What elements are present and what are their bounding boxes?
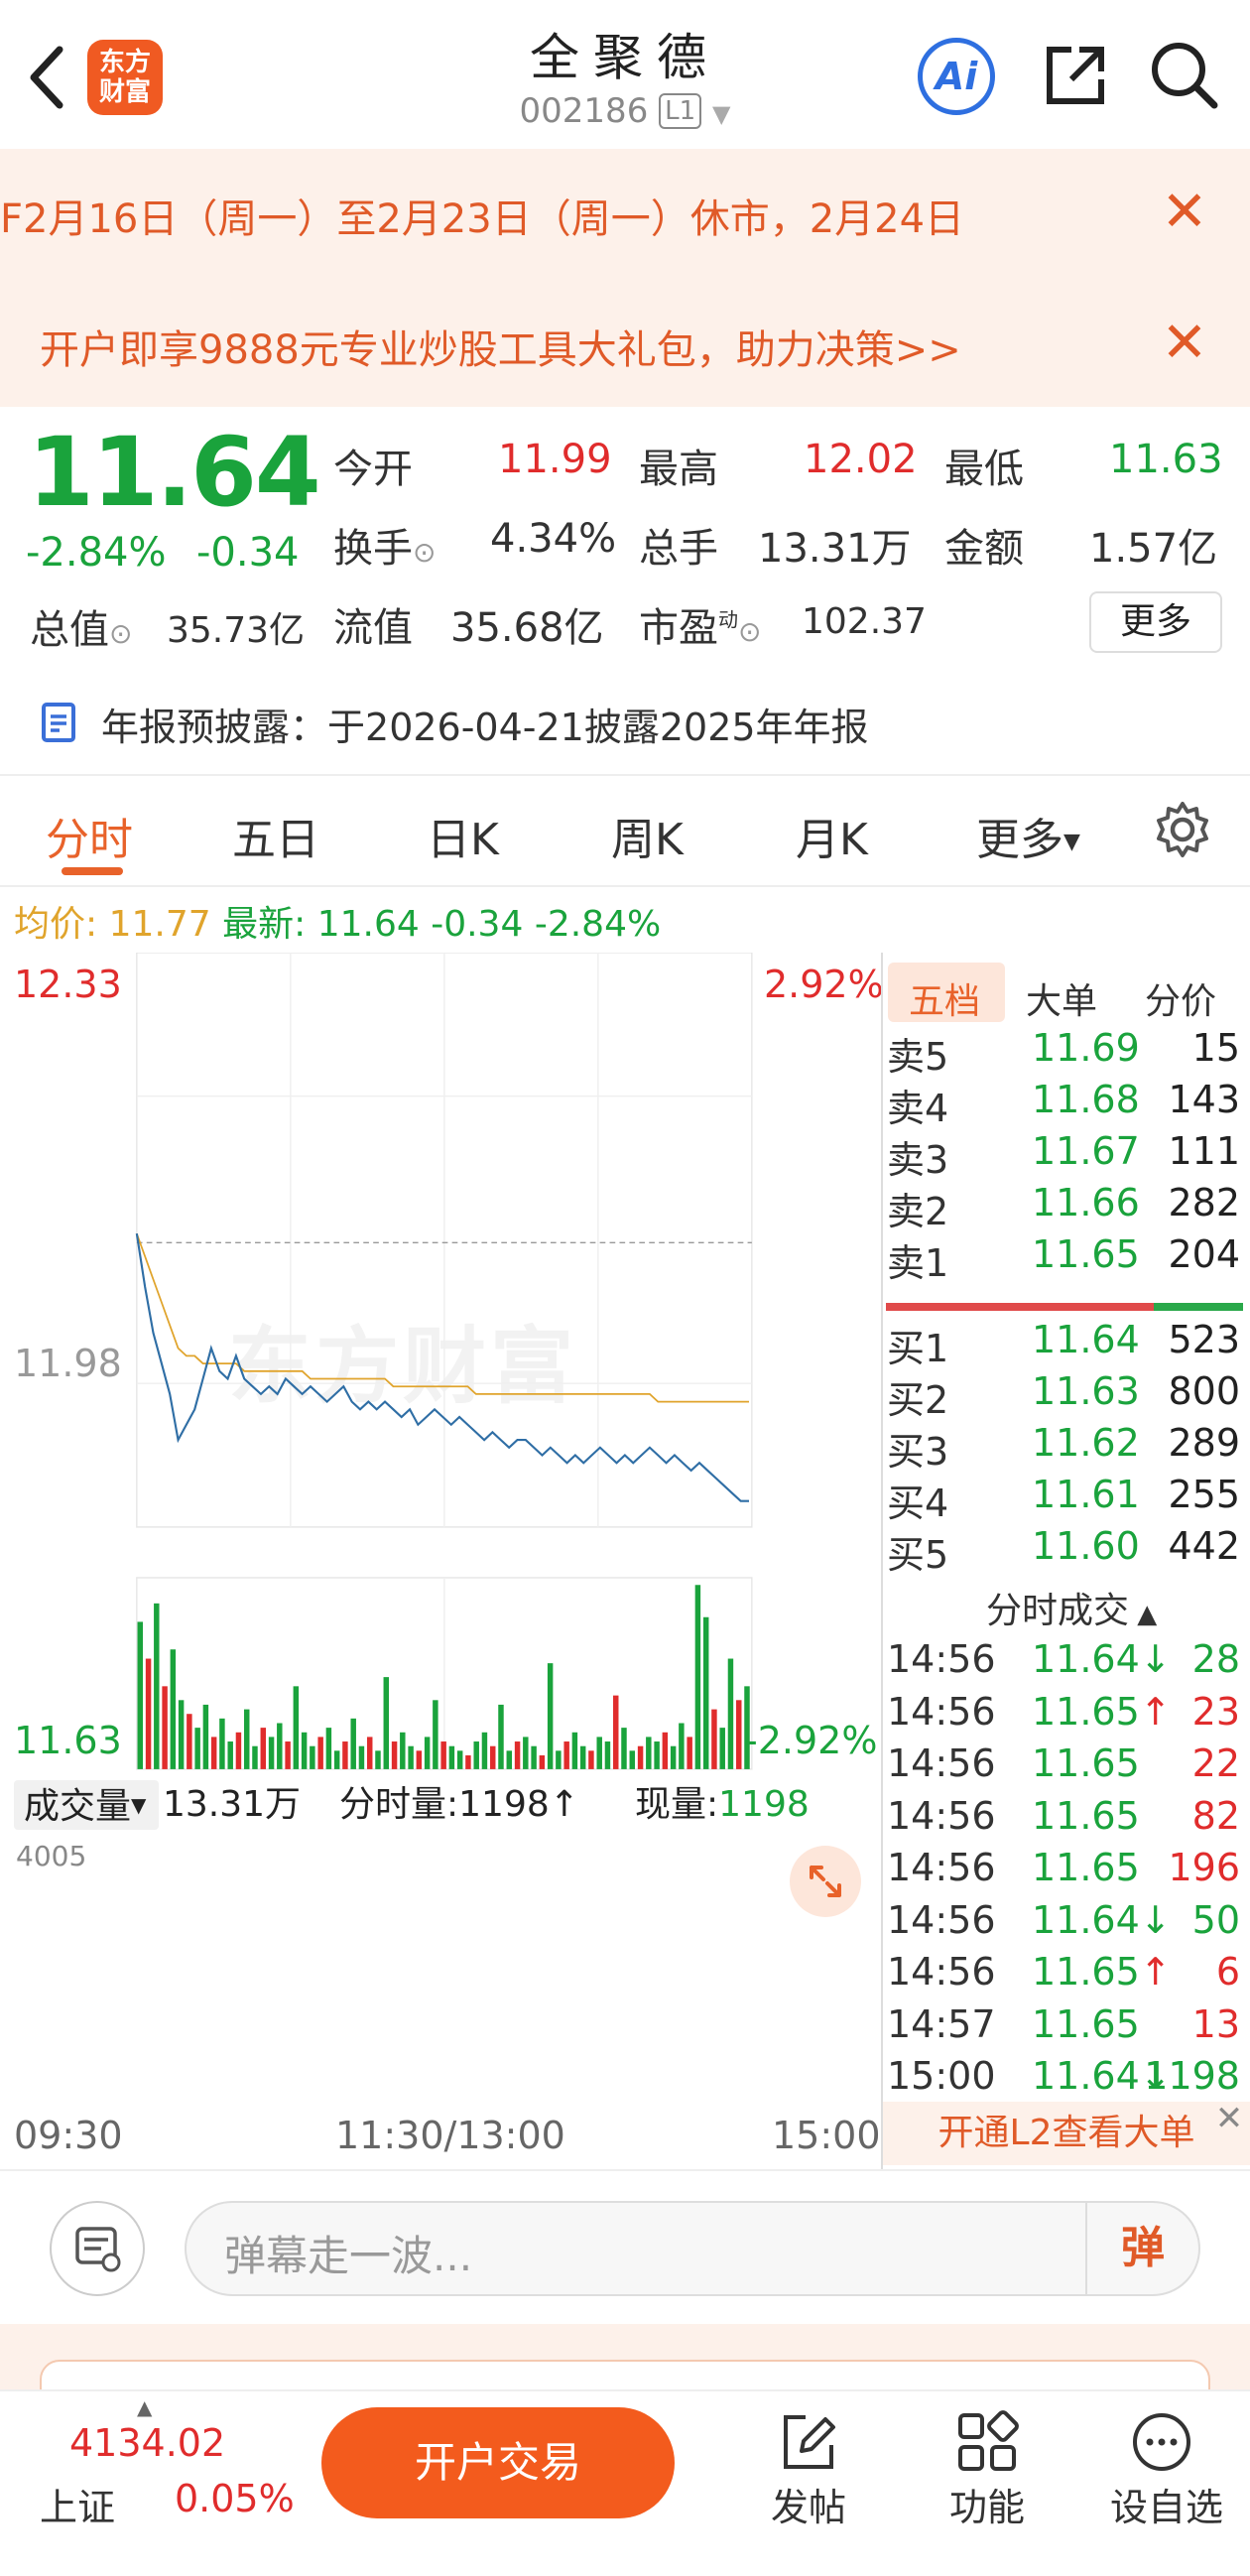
bid-row[interactable]: 买5 11.60 442 [887,1524,1244,1577]
ask-row-price: 11.66 [1032,1181,1140,1224]
up-arrow-icon: ↑ [1139,1689,1172,1734]
tick-row-label: 14:56 [887,1950,996,1994]
up-arrow-icon: ↑ [1139,1950,1172,1994]
tick-row[interactable]: 14:56 11.65 196 [887,1846,1244,1893]
bid-row-label: 买5 [887,1533,949,1577]
tick-row-volume: 28 [1191,1637,1240,1681]
tick-row-label: 14:56 [887,1637,996,1681]
tick-row-volume: 196 [1168,1846,1240,1889]
caret-up-icon: ▲ [137,2395,153,2419]
ask-row-label: 卖5 [887,1035,949,1079]
tick-row-label: 14:56 [887,1741,996,1785]
edit-post-icon[interactable] [776,2409,841,2475]
tick-row-volume: 50 [1191,1897,1240,1942]
bid-row-label: 买1 [887,1327,949,1370]
l2-upgrade-button[interactable]: 开通L2查看大单 [883,2102,1250,2165]
nav-post[interactable]: 发帖 [754,2477,863,2531]
tick-row-volume: 6 [1215,1950,1240,1994]
bid-row-label: 买2 [887,1378,949,1422]
bid-row[interactable]: 买2 11.63 800 [887,1369,1244,1422]
tick-row[interactable]: 14:56 11.65 22 [887,1741,1244,1789]
bid-row-volume: 289 [1168,1421,1240,1465]
ask-row-label: 卖3 [887,1138,949,1182]
ask-row-label: 卖2 [887,1190,949,1233]
bid-row-volume: 442 [1168,1524,1240,1568]
tick-row-label: 15:00 [887,2054,996,2098]
order-book: 卖5 11.69 15 卖4 11.68 143 卖3 11.67 111 卖2 11.66 282 卖… [0,0,1250,2183]
open-account-trade-button[interactable]: 开户交易 [321,2407,675,2518]
ask-row-price: 11.65 [1032,1232,1140,1276]
tick-row-price: 11.65↑ [1032,1689,1172,1734]
more-dots-icon[interactable] [1129,2409,1194,2475]
tick-row-label: 14:56 [887,1689,996,1734]
tick-row[interactable]: 14:56 11.65↑ 23 [887,1690,1244,1738]
ask-row-label: 卖1 [887,1241,949,1285]
tick-row-price: 11.64↓ [1032,1637,1172,1681]
index-percent: 0.05% [175,2477,295,2520]
bid-row-label: 买4 [887,1481,949,1525]
tick-row[interactable]: 14:56 11.64↓ 28 [887,1637,1244,1685]
bid-row-label: 买3 [887,1430,949,1474]
tick-row[interactable]: 15:00 11.64↓ 1198 [887,2054,1244,2102]
tick-row-volume: 13 [1191,2001,1240,2046]
bid-row-price: 11.62 [1032,1421,1140,1465]
index-name[interactable]: 上证 [40,2477,115,2531]
index-value[interactable]: 4134.02 [69,2421,225,2465]
bid-ask-ratio-bar [886,1296,1243,1311]
tick-row-price: 11.65 [1032,1741,1140,1785]
ask-row[interactable]: 卖5 11.69 15 [887,1026,1244,1079]
ask-row[interactable]: 卖3 11.67 111 [887,1129,1244,1182]
ask-row-label: 卖4 [887,1087,949,1130]
bid-row[interactable]: 买3 11.62 289 [887,1421,1244,1474]
danmu-settings-icon[interactable] [50,2201,145,2296]
ticks-title[interactable]: 分时成交 ▲ [986,1582,1157,1633]
tick-row-label: 14:56 [887,1793,996,1838]
danmu-send-button[interactable]: 弹 [1085,2203,1198,2294]
ask-row-volume: 15 [1191,1026,1240,1070]
tick-row-volume: 23 [1191,1689,1240,1734]
ask-row[interactable]: 卖2 11.66 282 [887,1181,1244,1233]
tick-row-price: 11.65 [1032,2001,1140,2046]
apps-grid-icon[interactable] [954,2409,1020,2475]
tick-row-price: 11.65 [1032,1846,1140,1889]
divider [0,2169,1250,2171]
bid-row-price: 11.61 [1032,1473,1140,1516]
bid-row-volume: 800 [1168,1369,1240,1413]
tick-row[interactable]: 14:56 11.65 82 [887,1794,1244,1842]
bid-row[interactable]: 买4 11.61 255 [887,1473,1244,1525]
tick-row-volume: 1198 [1144,2054,1240,2098]
tick-row-label: 14:57 [887,2001,996,2046]
tick-row-label: 14:56 [887,1846,996,1889]
tick-row-price: 11.65 [1032,1793,1140,1838]
ask-row-volume: 143 [1168,1078,1240,1121]
nav-add-watchlist[interactable]: 设自选 [1107,2477,1226,2531]
tick-row-price: 11.65↑ [1032,1950,1172,1994]
tick-row-price: 11.64↓ [1032,1897,1172,1942]
ask-row[interactable]: 卖1 11.65 204 [887,1232,1244,1285]
bid-row-price: 11.63 [1032,1369,1140,1413]
ask-row-price: 11.67 [1032,1129,1140,1173]
nav-functions[interactable]: 功能 [933,2477,1042,2531]
danmu-placeholder: 弹幕走一波... [224,2232,473,2280]
tick-row[interactable]: 14:56 11.65↑ 6 [887,1950,1244,1997]
bid-row-volume: 255 [1168,1473,1240,1516]
tick-row-volume: 82 [1191,1793,1240,1838]
ask-row-price: 11.68 [1032,1078,1140,1121]
tick-row[interactable]: 14:57 11.65 13 [887,2002,1244,2050]
tick-row-volume: 22 [1191,1741,1240,1785]
bid-row-volume: 523 [1168,1318,1240,1361]
ask-row-volume: 204 [1168,1232,1240,1276]
tick-row-label: 14:56 [887,1897,996,1942]
close-icon[interactable]: ✕ [1212,2102,1246,2135]
bid-row-price: 11.64 [1032,1318,1140,1361]
ask-row[interactable]: 卖4 11.68 143 [887,1078,1244,1130]
tick-row[interactable]: 14:56 11.64↓ 50 [887,1898,1244,1946]
ask-row-volume: 111 [1168,1129,1240,1173]
ask-row-volume: 282 [1168,1181,1240,1224]
ask-row-price: 11.69 [1032,1026,1140,1070]
bid-row-price: 11.60 [1032,1524,1140,1568]
bid-row[interactable]: 买1 11.64 523 [887,1318,1244,1370]
